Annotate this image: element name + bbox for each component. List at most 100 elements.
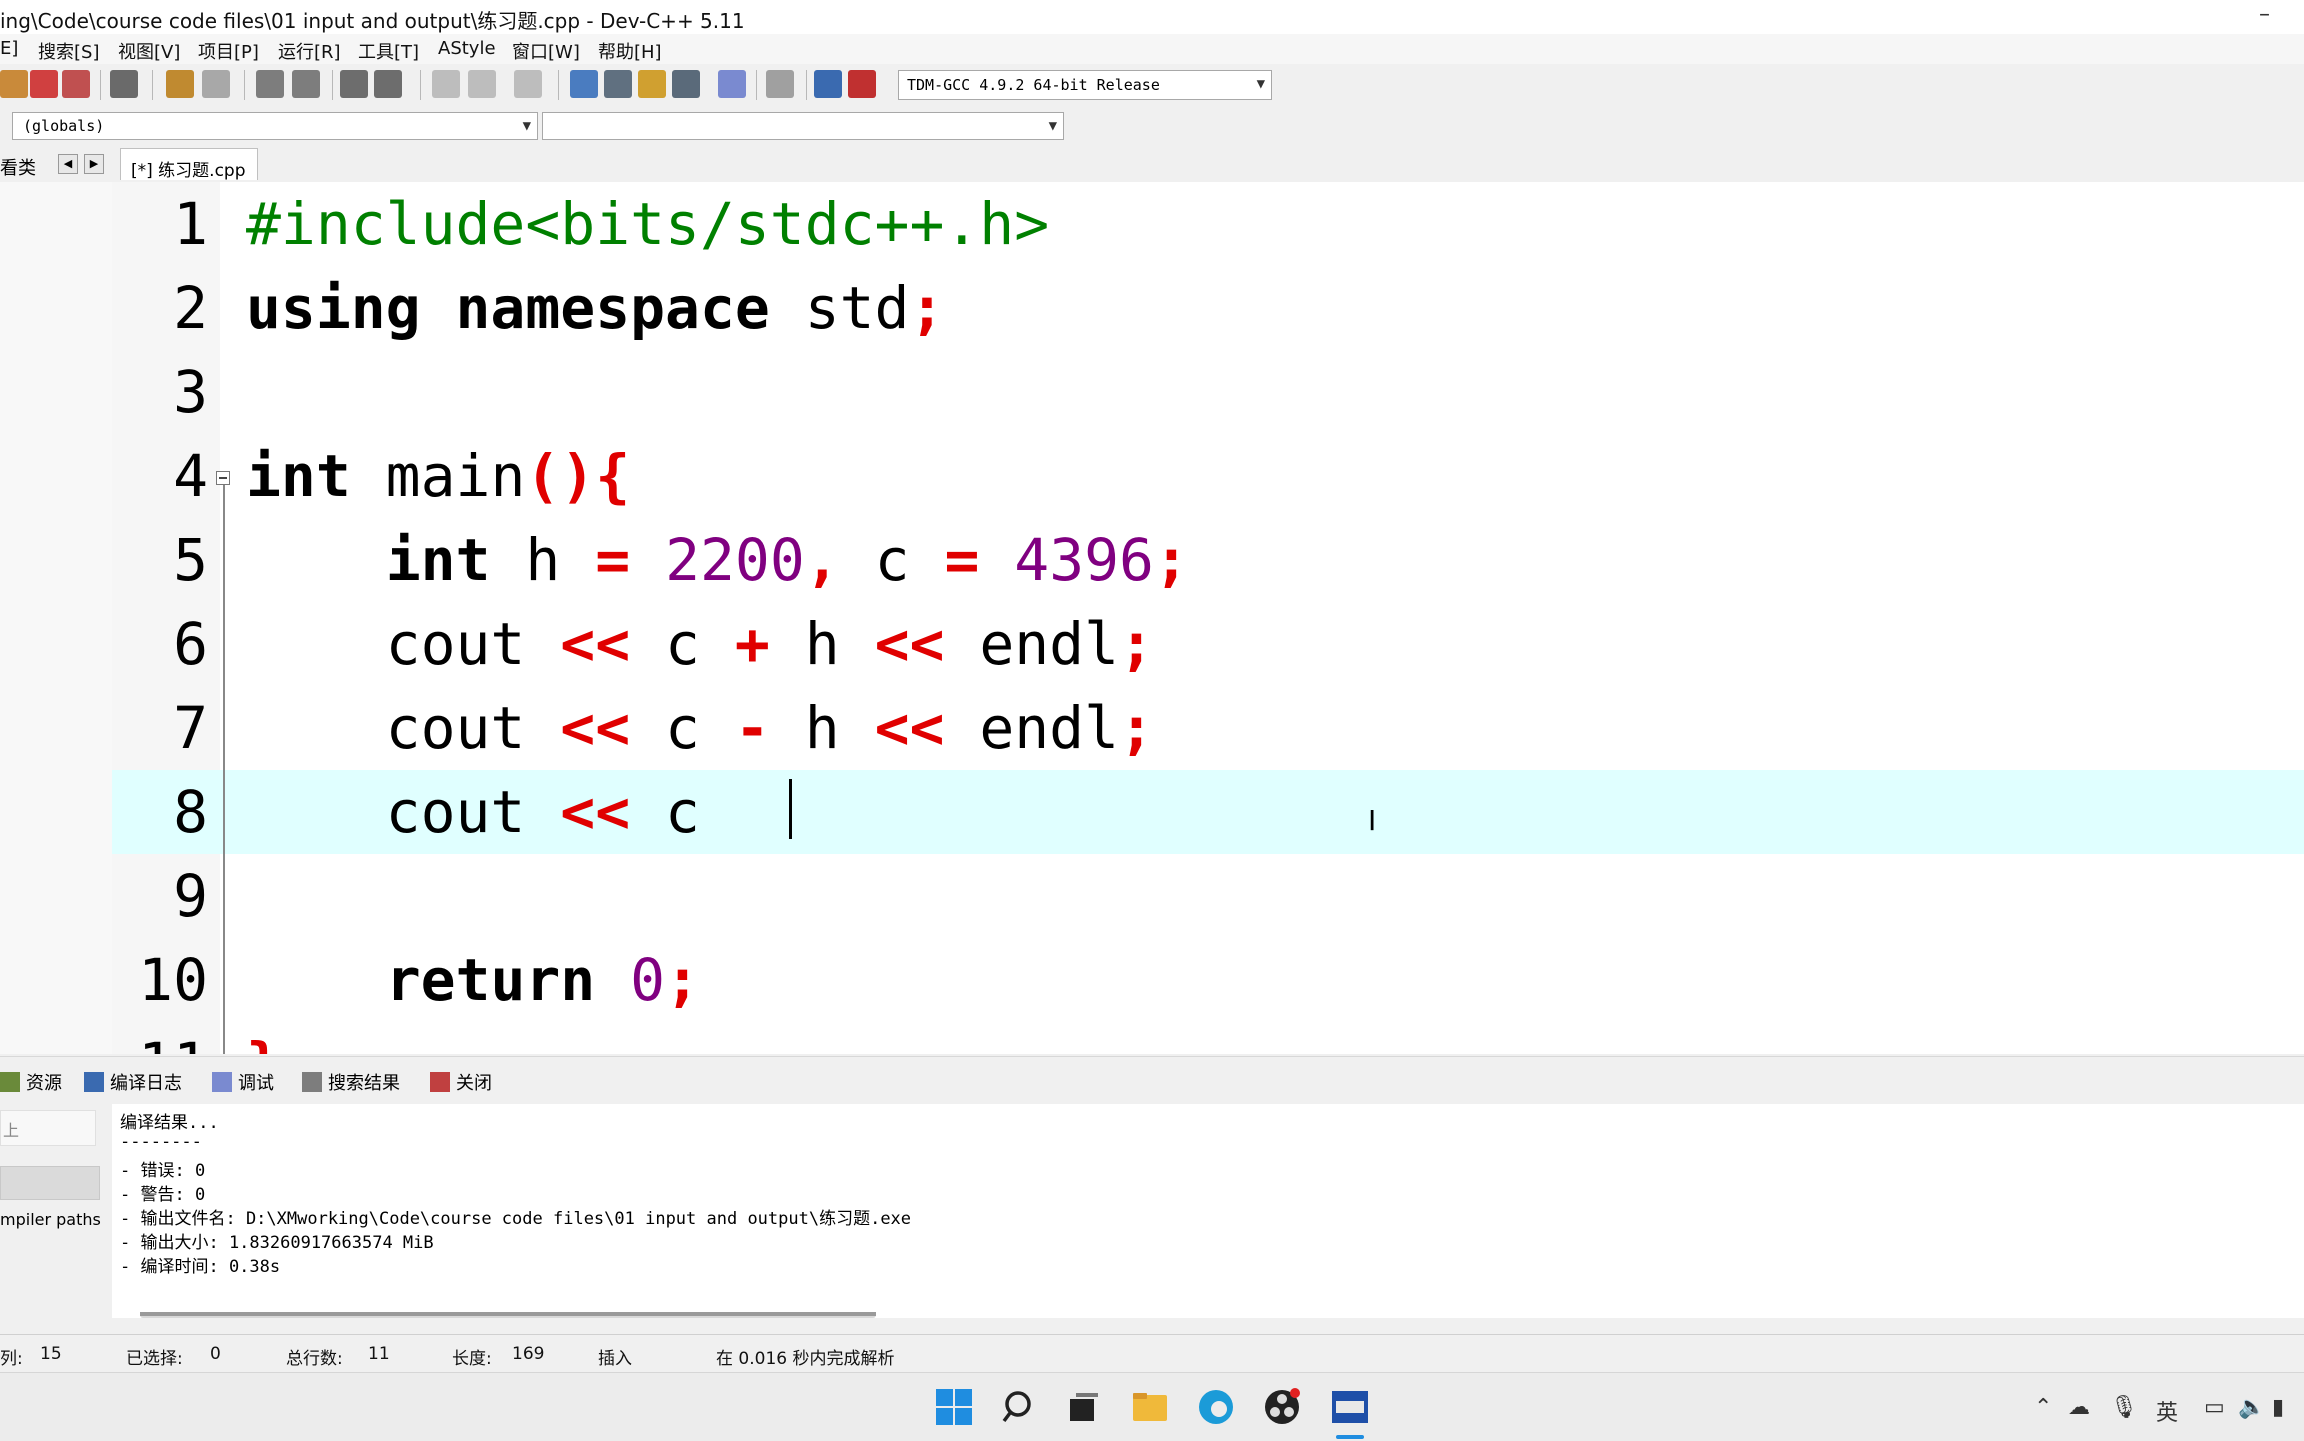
code-line[interactable]: 6 cout << c + h << endl; bbox=[112, 602, 2304, 686]
code-line[interactable]: 3 bbox=[112, 350, 2304, 434]
window-title: ing\Code\course code files\01 input and … bbox=[0, 9, 745, 33]
tab-resources[interactable]: 资源 bbox=[0, 1069, 62, 1095]
search-icon[interactable] bbox=[1000, 1387, 1040, 1427]
status-bar: 列: 15 已选择: 0 总行数: 11 长度: 169 插入 在 0.016 … bbox=[0, 1334, 2304, 1373]
code-line[interactable]: 11 } bbox=[112, 1022, 2304, 1054]
tab-debug-label: 调试 bbox=[238, 1073, 274, 1094]
chevron-down-icon: ▼ bbox=[1048, 118, 1057, 134]
status-selected-label: 已选择: bbox=[126, 1349, 183, 1369]
status-parse-info: 在 0.016 秒内完成解析 bbox=[716, 1349, 895, 1369]
chevron-up-icon[interactable]: ⌃ bbox=[2034, 1395, 2052, 1420]
cloud-icon[interactable]: ☁ bbox=[2068, 1395, 2090, 1420]
close-icon bbox=[430, 1072, 450, 1092]
code-line[interactable]: 5 int h = 2200, c = 4396; bbox=[112, 518, 2304, 602]
line-number: 4 bbox=[173, 442, 208, 510]
tab-resources-label: 资源 bbox=[26, 1073, 62, 1094]
file-explorer-icon[interactable] bbox=[1130, 1387, 1170, 1427]
compile-icon[interactable] bbox=[570, 70, 598, 98]
menu-bar: E] 搜索[S] 视图[V] 项目[P] 运行[R] 工具[T] AStyle … bbox=[0, 34, 2304, 64]
code-line[interactable]: 7 cout << c - h << endl; bbox=[112, 686, 2304, 770]
scrollbar-thumb[interactable] bbox=[140, 1312, 876, 1316]
close-project-icon[interactable] bbox=[0, 70, 28, 98]
scope-bar: (globals) ▼ ▼ bbox=[0, 106, 1070, 144]
class-browser-tab[interactable]: 看类 bbox=[0, 154, 36, 180]
code-line[interactable]: 2 using namespace std; bbox=[112, 266, 2304, 350]
log-line: - 错误: 0 bbox=[120, 1161, 206, 1181]
compile-run-icon[interactable] bbox=[638, 70, 666, 98]
print-icon[interactable] bbox=[110, 70, 138, 98]
code-text: return 0; bbox=[385, 946, 700, 1014]
fold-toggle-icon[interactable] bbox=[216, 471, 230, 485]
title-bar: ing\Code\course code files\01 input and … bbox=[0, 0, 2304, 34]
code-line[interactable]: 1 #include<bits/stdc++.h> bbox=[112, 182, 2304, 266]
tab-close[interactable]: 关闭 bbox=[430, 1069, 492, 1095]
compile-log-output[interactable]: 编译结果... -------- - 错误: 0 - 警告: 0 - 输出文件名… bbox=[112, 1104, 2304, 1318]
options-field[interactable]: 上 bbox=[0, 1110, 96, 1146]
function-select[interactable]: ▼ bbox=[542, 112, 1064, 140]
compiler-select[interactable]: TDM-GCC 4.9.2 64-bit Release ▼ bbox=[898, 70, 1272, 100]
code-line[interactable]: 4 int main(){ bbox=[112, 434, 2304, 518]
tab-search-results[interactable]: 搜索结果 bbox=[302, 1069, 400, 1095]
menu-project[interactable]: 项目[P] bbox=[198, 38, 259, 64]
options-button[interactable] bbox=[0, 1166, 100, 1200]
edge-browser-icon[interactable] bbox=[1196, 1387, 1236, 1427]
code-line-current[interactable]: 8 cout << c bbox=[112, 770, 2304, 854]
undo-icon[interactable] bbox=[166, 70, 194, 98]
line-number: 9 bbox=[173, 862, 208, 930]
indent-icon[interactable] bbox=[340, 70, 368, 98]
task-view-icon[interactable] bbox=[1064, 1387, 1104, 1427]
stop-icon[interactable] bbox=[766, 70, 794, 98]
tab-prev-button[interactable]: ◀ bbox=[58, 154, 78, 174]
menu-window[interactable]: 窗口[W] bbox=[512, 38, 580, 64]
code-text: cout << c bbox=[246, 778, 735, 846]
debug-icon[interactable] bbox=[848, 70, 876, 98]
status-total-value: 11 bbox=[368, 1344, 390, 1364]
menu-view[interactable]: 视图[V] bbox=[118, 38, 180, 64]
profile-icon[interactable] bbox=[814, 70, 842, 98]
menu-astyle[interactable]: AStyle bbox=[438, 38, 496, 59]
bookmark-prev-icon[interactable] bbox=[432, 70, 460, 98]
menu-search[interactable]: 搜索[S] bbox=[38, 38, 99, 64]
ime-indicator[interactable]: 英 bbox=[2156, 1395, 2178, 1427]
compiler-select-value: TDM-GCC 4.9.2 64-bit Release bbox=[907, 76, 1160, 94]
volume-icon[interactable]: 🔈 bbox=[2238, 1395, 2265, 1420]
replace-icon[interactable] bbox=[292, 70, 320, 98]
code-editor[interactable]: 1 #include<bits/stdc++.h> 2 using namesp… bbox=[112, 182, 2304, 1054]
tab-debug[interactable]: 调试 bbox=[212, 1069, 274, 1095]
code-text: int h = 2200, c = 4396; bbox=[385, 526, 1189, 594]
tab-search-results-label: 搜索结果 bbox=[328, 1073, 400, 1094]
tab-next-button[interactable]: ▶ bbox=[84, 154, 104, 174]
line-number: 11 bbox=[112, 1022, 208, 1054]
menu-tools[interactable]: 工具[T] bbox=[358, 38, 419, 64]
microphone-icon[interactable]: 🎙 bbox=[2110, 1395, 2138, 1420]
ibeam-cursor-icon: I bbox=[1368, 804, 1377, 837]
redo-icon[interactable] bbox=[202, 70, 230, 98]
find-icon[interactable] bbox=[256, 70, 284, 98]
minimize-button[interactable]: – bbox=[2259, 2, 2270, 27]
network-icon[interactable]: ▭ bbox=[2204, 1395, 2225, 1420]
status-total-label: 总行数: bbox=[286, 1349, 343, 1369]
rebuild-icon[interactable] bbox=[672, 70, 700, 98]
horizontal-scrollbar[interactable] bbox=[140, 1312, 876, 1318]
line-number: 8 bbox=[173, 778, 208, 846]
chevron-down-icon: ▼ bbox=[1256, 76, 1265, 92]
close-all-icon[interactable] bbox=[62, 70, 90, 98]
tab-file[interactable]: [*] 练习题.cpp bbox=[120, 148, 258, 181]
battery-icon[interactable]: ▮ bbox=[2272, 1395, 2284, 1420]
tab-compile-log[interactable]: 编译日志 bbox=[84, 1069, 182, 1095]
goto-icon[interactable] bbox=[514, 70, 542, 98]
menu-run[interactable]: 运行[R] bbox=[278, 38, 341, 64]
unindent-icon[interactable] bbox=[374, 70, 402, 98]
dev-cpp-icon[interactable] bbox=[1330, 1387, 1370, 1427]
class-select[interactable]: (globals) ▼ bbox=[12, 112, 538, 140]
close-file-icon[interactable] bbox=[30, 70, 58, 98]
menu-file[interactable]: E] bbox=[0, 38, 18, 59]
bookmark-next-icon[interactable] bbox=[468, 70, 496, 98]
obs-icon[interactable] bbox=[1262, 1387, 1302, 1427]
run-icon[interactable] bbox=[604, 70, 632, 98]
check-syntax-icon[interactable] bbox=[718, 70, 746, 98]
menu-help[interactable]: 帮助[H] bbox=[598, 38, 662, 64]
code-line[interactable]: 10 return 0; bbox=[112, 938, 2304, 1022]
windows-start-icon[interactable] bbox=[934, 1387, 974, 1427]
code-line[interactable]: 9 bbox=[112, 854, 2304, 938]
